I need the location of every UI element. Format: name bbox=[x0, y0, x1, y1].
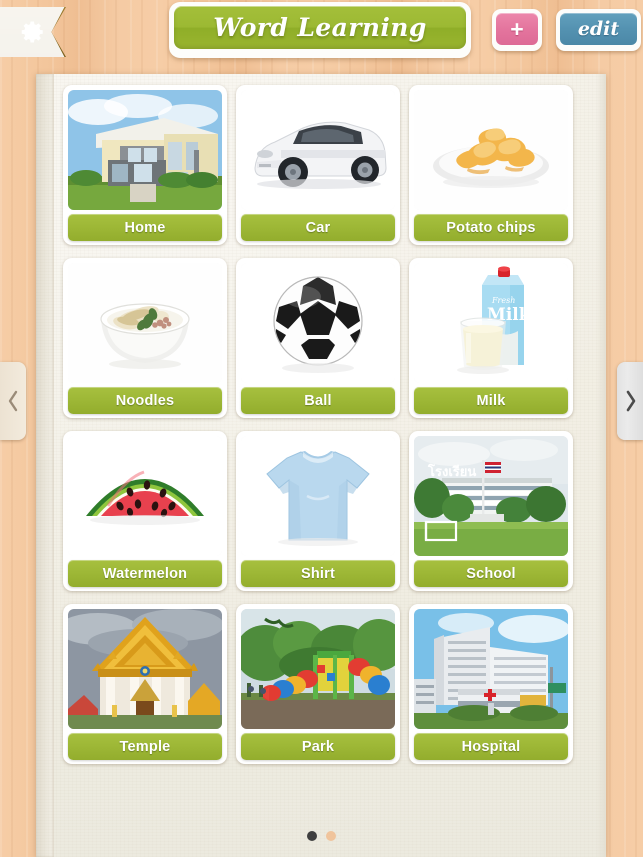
add-word-button[interactable]: + bbox=[492, 9, 542, 51]
milk-carton-and-glass-photo: Fresh Milk bbox=[414, 263, 568, 383]
card-label-bar: Park bbox=[241, 733, 395, 760]
card-label-bar: Hospital bbox=[414, 733, 568, 760]
card-label-bar: Ball bbox=[241, 387, 395, 414]
card-label: Shirt bbox=[300, 565, 336, 582]
edit-button-label: edit bbox=[577, 18, 620, 40]
card-thumbnail bbox=[414, 609, 568, 729]
page-dot-inactive[interactable] bbox=[326, 831, 336, 841]
word-card[interactable]: Fresh Milk Milk bbox=[409, 258, 573, 418]
hospital-building-photo bbox=[414, 609, 568, 729]
card-label: Home bbox=[124, 219, 166, 236]
card-thumbnail bbox=[68, 90, 222, 210]
card-label: Noodles bbox=[115, 392, 175, 409]
card-label-bar: Car bbox=[241, 214, 395, 241]
card-label: Milk bbox=[476, 392, 506, 409]
card-label-bar: Shirt bbox=[241, 560, 395, 587]
white-suv-photo bbox=[241, 90, 395, 210]
school-building-photo: โรงเรียน bbox=[414, 436, 568, 556]
word-card[interactable]: Car bbox=[236, 85, 400, 245]
card-label-bar: Potato chips bbox=[414, 214, 568, 241]
card-thumbnail bbox=[414, 90, 568, 210]
card-label: Ball bbox=[304, 392, 332, 409]
edit-button[interactable]: edit bbox=[556, 9, 641, 51]
app-title-inner: Word Learning bbox=[174, 6, 466, 49]
app-title-plate: Word Learning bbox=[169, 2, 471, 58]
chevron-right-icon bbox=[626, 390, 635, 412]
card-label-bar: Noodles bbox=[68, 387, 222, 414]
word-card[interactable]: Home bbox=[63, 85, 227, 245]
page-title: Word Learning bbox=[213, 13, 427, 42]
card-label-bar: Watermelon bbox=[68, 560, 222, 587]
card-thumbnail: โรงเรียน bbox=[414, 436, 568, 556]
card-label: Temple bbox=[119, 738, 171, 755]
milk-brand-text: Fresh bbox=[491, 296, 515, 305]
app-header: Word Learning + edit bbox=[0, 0, 643, 66]
word-card[interactable]: Potato chips bbox=[409, 85, 573, 245]
gear-icon bbox=[21, 21, 43, 43]
card-label: Potato chips bbox=[446, 219, 536, 236]
card-label-bar: Home bbox=[68, 214, 222, 241]
next-page-button[interactable] bbox=[617, 362, 643, 440]
card-label-bar: School bbox=[414, 560, 568, 587]
card-thumbnail bbox=[68, 263, 222, 383]
card-label: Park bbox=[301, 738, 335, 755]
page-dot-active[interactable] bbox=[307, 831, 317, 841]
previous-page-button[interactable] bbox=[0, 362, 26, 440]
light-blue-tshirt-photo bbox=[241, 436, 395, 556]
two-story-house-photo bbox=[68, 90, 222, 210]
word-card-grid: Home Car Potato chips Noodles Ball Fresh… bbox=[63, 85, 589, 764]
card-label-bar: Milk bbox=[414, 387, 568, 414]
word-card[interactable]: โรงเรียน School bbox=[409, 431, 573, 591]
word-card[interactable]: Noodles bbox=[63, 258, 227, 418]
card-thumbnail bbox=[241, 609, 395, 729]
card-label: Car bbox=[305, 219, 331, 236]
card-label: Watermelon bbox=[102, 565, 188, 582]
card-label-bar: Temple bbox=[68, 733, 222, 760]
settings-button[interactable] bbox=[0, 7, 66, 57]
word-card[interactable]: Hospital bbox=[409, 604, 573, 764]
card-label: Hospital bbox=[461, 738, 521, 755]
soccer-ball-photo bbox=[241, 263, 395, 383]
word-card[interactable]: Shirt bbox=[236, 431, 400, 591]
playground-park-photo bbox=[241, 609, 395, 729]
plus-icon: + bbox=[510, 15, 524, 42]
card-thumbnail bbox=[68, 436, 222, 556]
chevron-left-icon bbox=[8, 390, 17, 412]
page-indicator bbox=[0, 829, 643, 843]
word-card[interactable]: Watermelon bbox=[63, 431, 227, 591]
watermelon-slice-photo bbox=[68, 436, 222, 556]
card-label: School bbox=[466, 565, 516, 582]
school-sign-text: โรงเรียน bbox=[427, 463, 476, 480]
word-card[interactable]: Park bbox=[236, 604, 400, 764]
word-board-panel: Home Car Potato chips Noodles Ball Fresh… bbox=[36, 74, 606, 857]
potato-chips-on-plate-photo bbox=[414, 90, 568, 210]
thai-temple-photo bbox=[68, 609, 222, 729]
edit-button-face: edit bbox=[560, 13, 637, 45]
noodle-bowl-photo bbox=[68, 263, 222, 383]
card-thumbnail bbox=[241, 90, 395, 210]
card-thumbnail bbox=[68, 609, 222, 729]
card-thumbnail bbox=[241, 263, 395, 383]
card-thumbnail bbox=[241, 436, 395, 556]
word-card[interactable]: Temple bbox=[63, 604, 227, 764]
word-card[interactable]: Ball bbox=[236, 258, 400, 418]
add-word-button-face: + bbox=[496, 13, 538, 45]
card-thumbnail: Fresh Milk bbox=[414, 263, 568, 383]
